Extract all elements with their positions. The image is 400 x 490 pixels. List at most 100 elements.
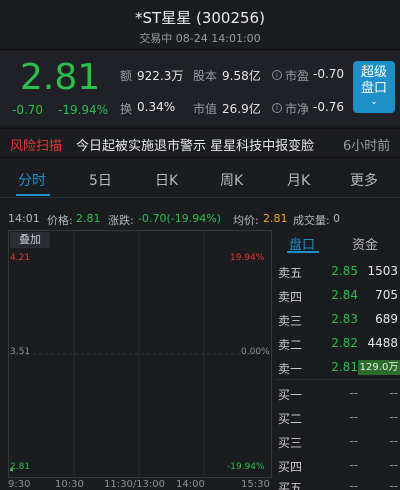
intraday-chart[interactable] <box>8 230 272 478</box>
ask-volume: 1503 <box>367 264 398 278</box>
ask-volume: 705 <box>375 288 398 302</box>
ask-volume: 4488 <box>367 336 398 350</box>
market-cap-value: 26.9亿 <box>222 102 261 116</box>
amount-label: 额 <box>120 69 133 83</box>
chevron-down-icon: ⌄ <box>370 97 378 107</box>
tab-more[interactable]: 更多 <box>350 170 378 190</box>
ask-price: 2.81 <box>331 360 358 374</box>
pb-value: -0.76 <box>313 100 345 114</box>
chart-period-tabs: 分时 5日 日K 周K 月K 更多 <box>0 162 400 198</box>
active-tab-indicator <box>16 194 50 196</box>
x-tick: 9:30 <box>8 479 31 490</box>
stats-time: 14:01 <box>8 212 40 225</box>
tab-5day[interactable]: 5日 <box>89 170 112 190</box>
bid-label: 买四 <box>278 460 303 474</box>
info-icon[interactable]: i <box>272 70 282 80</box>
x-tick: 14:00 <box>176 479 205 490</box>
y-axis-top: 4.21 <box>10 253 31 263</box>
bid-row: 买一 -- -- <box>276 383 400 405</box>
pct-axis-bottom: -19.94% <box>227 462 265 472</box>
news-time: 6小时前 <box>343 139 391 154</box>
tab-capital-flow[interactable]: 资金 <box>352 234 378 253</box>
ask-label: 卖五 <box>278 266 303 280</box>
ask-row: 卖二 2.82 4488 <box>276 333 400 355</box>
advanced-button-line1: 超级 <box>360 65 387 80</box>
trading-status: 交易中 08-24 14:01:00 <box>139 32 261 45</box>
stats-avg-label: 均价: <box>233 214 259 227</box>
ask-volume: 689 <box>375 312 398 326</box>
ask-price: 2.85 <box>331 264 358 278</box>
quote-panel: 2.81 -0.70 -19.94% 额 922.3万 股本 9.58亿 i 市… <box>0 51 400 125</box>
stats-avg: 2.81 <box>263 212 288 225</box>
pe-label: 市盈 <box>285 69 310 83</box>
tab-intraday[interactable]: 分时 <box>18 170 46 190</box>
top-header: *ST星星 (300256) 交易中 08-24 14:01:00 <box>0 0 400 50</box>
ask-volume-badge: 129.0万 <box>358 360 400 375</box>
ask-label: 卖二 <box>278 338 303 352</box>
bid-volume: -- <box>389 434 398 448</box>
risk-scan-label: 风险扫描 <box>10 139 63 154</box>
x-tick: 10:30 <box>55 479 84 490</box>
info-icon[interactable]: i <box>272 103 282 113</box>
bid-label: 买一 <box>278 388 303 402</box>
advanced-button-line2: 盘口 <box>360 81 387 96</box>
ask-row: 卖一 2.81 129.0万 <box>276 357 400 379</box>
ask-price: 2.84 <box>331 288 358 302</box>
news-ticker[interactable]: 风险扫描 今日起被实施退市警示 星星科技中报变脸 6小时前 <box>0 128 400 158</box>
ask-label: 卖四 <box>278 290 303 304</box>
share-capital-value: 9.58亿 <box>222 69 261 83</box>
x-tick: 15:30 <box>241 479 270 490</box>
stock-title[interactable]: *ST星星 (300256) <box>0 7 400 28</box>
current-price: 2.81 <box>20 57 101 98</box>
bid-price: -- <box>349 410 358 424</box>
bid-row: 买四 -- -- <box>276 455 400 477</box>
ask-row: 卖三 2.83 689 <box>276 309 400 331</box>
stats-price: 2.81 <box>76 212 101 225</box>
bid-row: 买三 -- -- <box>276 431 400 453</box>
tab-weekly-k[interactable]: 周K <box>220 170 243 190</box>
stats-price-label: 价格: <box>47 214 73 227</box>
active-panel-tab-indicator <box>287 251 319 253</box>
intraday-stats: 14:01 价格: 2.81 涨跌: -0.70(-19.94%) 均价: 2.… <box>0 208 400 228</box>
pct-axis-top: 19.94% <box>230 253 265 263</box>
ask-label: 卖三 <box>278 314 303 328</box>
share-capital-label: 股本 <box>193 69 218 83</box>
bid-label: 买五 <box>278 481 303 490</box>
bid-price: -- <box>349 386 358 400</box>
bid-row: 买二 -- -- <box>276 407 400 429</box>
price-change: -0.70 <box>12 103 44 117</box>
pb-label: 市净 <box>285 102 310 116</box>
advanced-orderbook-button[interactable]: 超级 盘口 ⌄ <box>353 61 395 113</box>
stats-volume-label: 成交量: <box>293 214 330 227</box>
bid-volume: -- <box>389 479 398 490</box>
bid-label: 买二 <box>278 412 303 426</box>
overlay-button[interactable]: 叠加 <box>10 232 50 248</box>
ask-row: 卖四 2.84 705 <box>276 285 400 307</box>
chart-grid <box>9 231 271 477</box>
y-axis-bottom: 2.81 <box>10 462 31 472</box>
bid-price: -- <box>349 479 358 490</box>
price-change-percent: -19.94% <box>58 103 109 117</box>
stats-change-label: 涨跌: <box>108 214 134 227</box>
ask-row: 卖五 2.85 1503 <box>276 261 400 283</box>
market-cap-label: 市值 <box>193 102 218 116</box>
bid-volume: -- <box>389 410 398 424</box>
y-axis-mid: 3.51 <box>10 347 31 357</box>
pe-value: -0.70 <box>313 67 345 81</box>
bid-label: 买三 <box>278 436 303 450</box>
tab-daily-k[interactable]: 日K <box>155 170 178 190</box>
bid-row: 买五 -- -- <box>276 476 400 490</box>
stats-volume: 0 <box>333 212 340 225</box>
bid-price: -- <box>349 458 358 472</box>
ask-label: 卖一 <box>278 362 303 376</box>
turnover-value: 0.34% <box>137 100 176 114</box>
bid-price: -- <box>349 434 358 448</box>
turnover-label: 换 <box>120 102 133 116</box>
orderbook-divider <box>276 379 400 380</box>
bid-volume: -- <box>389 458 398 472</box>
bid-volume: -- <box>389 386 398 400</box>
tab-monthly-k[interactable]: 月K <box>287 170 310 190</box>
amount-value: 922.3万 <box>137 69 184 83</box>
x-tick: 11:30/13:00 <box>104 479 166 490</box>
news-headline[interactable]: 今日起被实施退市警示 星星科技中报变脸 <box>76 135 366 154</box>
